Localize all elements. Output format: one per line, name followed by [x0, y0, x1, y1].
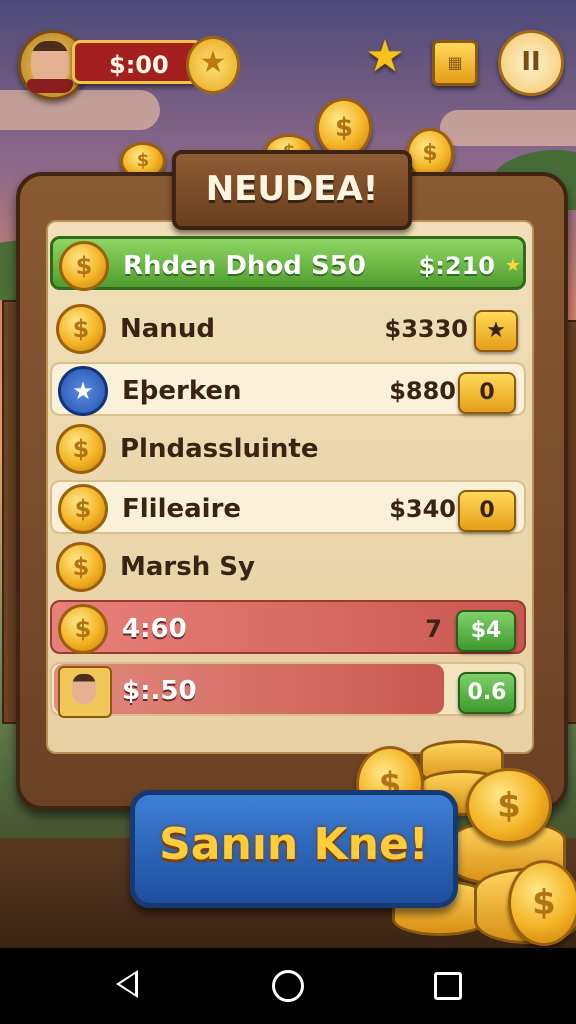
pause-button[interactable]: II [498, 30, 564, 96]
coin-icon: $ [58, 484, 108, 534]
leaderboard-title: NEUDEA! [172, 150, 412, 230]
recents-icon[interactable] [434, 972, 462, 1000]
row-amount: $:210 [418, 252, 495, 280]
leaderboard-row[interactable]: ★ Eþerken $880 0 [50, 362, 526, 416]
sparkle-star-icon: ★ [504, 255, 521, 276]
row-name: Flileaire [122, 494, 242, 524]
leaderboard-row[interactable]: $ Rhden Dhod S50 $:210 ★ [50, 236, 526, 291]
leaderboard-row[interactable]: $ Plndassluinte [50, 422, 526, 476]
row-amount: $340 [389, 495, 456, 523]
coin-icon: $ [56, 542, 106, 592]
player-score: $:.50 [122, 676, 197, 706]
game-scene: $:00 ★ ★ ▦ II $ $ $ $ NEUDEA! $ Rhden Dh… [0, 0, 576, 948]
coin-icon: $ [56, 304, 106, 354]
row-name: Nanud [120, 314, 215, 344]
cta-button[interactable]: Sanın Kne! [130, 790, 458, 908]
home-icon[interactable] [272, 970, 304, 1002]
row-badge: 0.6 [458, 672, 516, 714]
player-avatar [58, 666, 112, 718]
star-icon: ★ [58, 366, 108, 416]
coin-icon: $ [59, 241, 109, 291]
player-row-bar [54, 664, 444, 714]
coin-icon: $ [56, 424, 106, 474]
coin-icon: $ [316, 98, 372, 158]
row-amount: $3330 [384, 315, 469, 343]
back-icon[interactable] [116, 970, 138, 998]
row-name: Eþerken [122, 376, 242, 406]
row-badge: $4 [456, 610, 516, 652]
row-name: Plndassluinte [120, 434, 319, 464]
cloud [440, 110, 576, 146]
coin-icon: $ [508, 860, 576, 946]
row-amount: $880 [389, 377, 456, 405]
leaderboard-row[interactable]: $ 4:60 7 $4 [50, 600, 526, 654]
row-badge: 0 [458, 490, 516, 532]
row-amount: 7 [425, 615, 442, 643]
balance-display: $:00 [72, 40, 202, 84]
star-icon[interactable]: ★ [362, 34, 408, 80]
row-name: Marsh Sy [120, 552, 255, 582]
row-name: Rhden Dhod S50 [123, 251, 366, 281]
row-name: 4:60 [122, 614, 187, 644]
cloud [0, 90, 160, 130]
leaderboard-row[interactable]: $ Marsh Sy [50, 540, 526, 594]
player-row[interactable]: $:.50 0.6 [50, 662, 526, 718]
card-icon[interactable]: ▦ [432, 40, 478, 86]
leaderboard-row[interactable]: $ Flileaire $340 0 [50, 480, 526, 534]
coin-icon: $ [466, 768, 552, 844]
avatar-face [72, 674, 96, 704]
leaderboard-row[interactable]: $ Nanud $3330 ★ [50, 302, 526, 356]
avatar-shirt [27, 79, 73, 93]
row-badge: 0 [458, 372, 516, 414]
balance-star-icon[interactable]: ★ [186, 36, 240, 94]
star-badge-icon: ★ [474, 310, 518, 352]
coin-icon: $ [58, 604, 108, 654]
